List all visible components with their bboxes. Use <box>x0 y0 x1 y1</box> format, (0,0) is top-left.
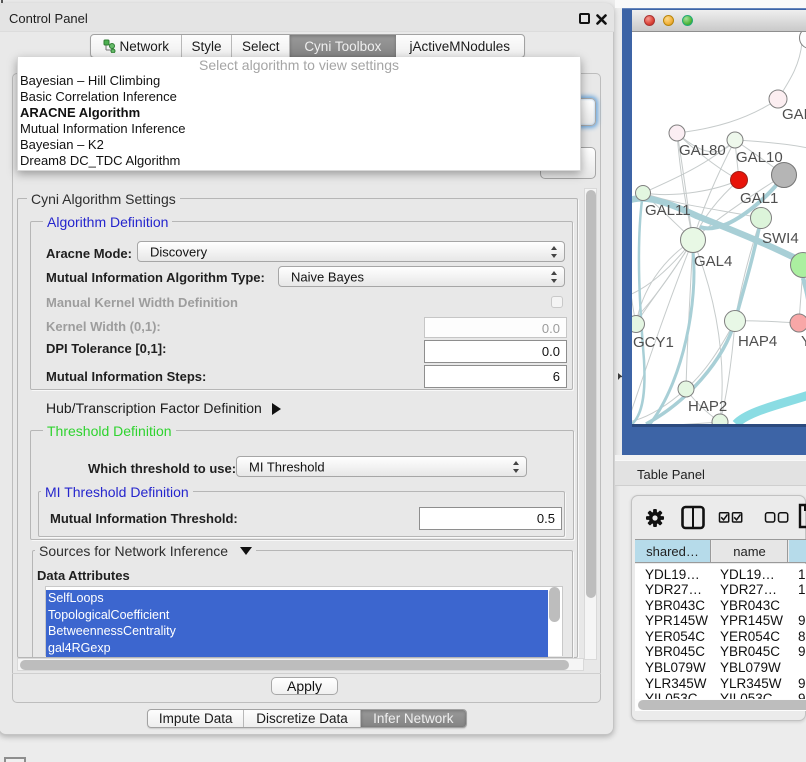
svg-text:GAL80: GAL80 <box>679 142 726 159</box>
svg-text:GAL: GAL <box>782 106 806 123</box>
svg-text:GAL11: GAL11 <box>645 202 691 219</box>
svg-text:GAL4: GAL4 <box>694 253 732 270</box>
svg-text:HAP4: HAP4 <box>738 333 777 350</box>
svg-text:SWI4: SWI4 <box>762 230 799 247</box>
svg-text:GAL10: GAL10 <box>736 149 783 166</box>
svg-text:Y: Y <box>801 333 806 350</box>
svg-text:GCY1: GCY1 <box>633 334 674 351</box>
svg-text:GAL1: GAL1 <box>740 190 778 207</box>
svg-text:HAP2: HAP2 <box>688 398 727 415</box>
